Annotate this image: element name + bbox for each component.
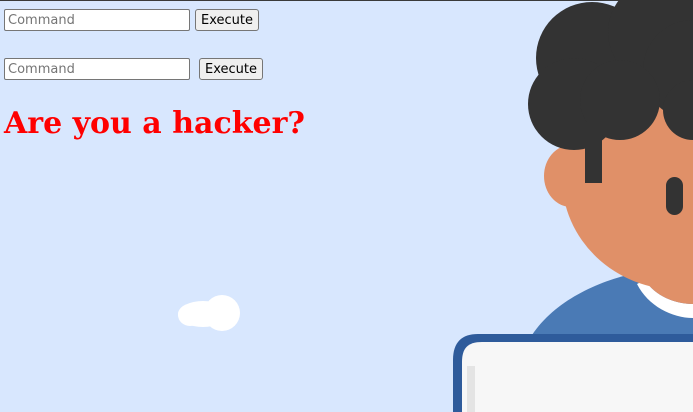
laptop-illustration [453, 334, 693, 412]
command-input-primary[interactable] [4, 9, 190, 31]
command-form-secondary: Execute [4, 58, 263, 80]
page-headline: Are you a hacker? [4, 106, 305, 141]
execute-button-secondary[interactable]: Execute [199, 58, 263, 80]
execute-button-primary[interactable]: Execute [195, 9, 259, 31]
cloud-icon [178, 295, 240, 331]
eye [666, 177, 683, 215]
laptop-screen-shade [467, 366, 475, 412]
command-input-secondary[interactable] [4, 58, 190, 80]
command-form-primary: Execute [4, 9, 259, 31]
laptop-screen [462, 342, 693, 412]
sideburn [585, 122, 602, 183]
